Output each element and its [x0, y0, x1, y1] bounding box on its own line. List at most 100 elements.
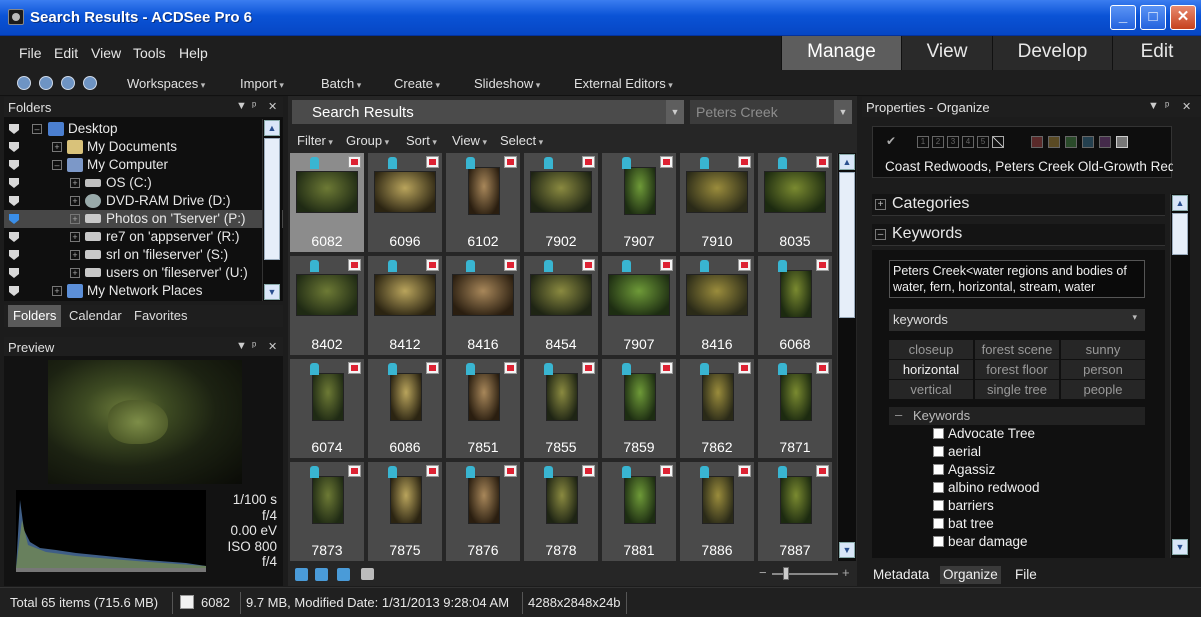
tree-item-my-network-places[interactable]: + My Network Places [4, 282, 283, 300]
tab-file[interactable]: File [1012, 566, 1040, 584]
tag-icon[interactable] [466, 157, 475, 169]
home-icon[interactable] [17, 76, 31, 90]
toolbar-batch[interactable]: Batch [321, 76, 361, 91]
quick-keyword[interactable]: forest scene [975, 340, 1059, 359]
keyword-item[interactable]: Agassiz [933, 462, 995, 480]
keyword-checkbox[interactable] [933, 428, 944, 439]
thumbnail-view-icon[interactable] [295, 568, 308, 581]
keyword-checkbox[interactable] [933, 464, 944, 475]
mode-tab-view[interactable]: View [901, 36, 992, 70]
tag-icon[interactable] [466, 260, 475, 272]
scroll-thumb[interactable] [264, 138, 280, 260]
keyword-checkbox[interactable] [933, 536, 944, 547]
tree-item-my-computer[interactable]: – My Computer [4, 156, 283, 174]
scroll-down-icon[interactable]: ▼ [839, 542, 855, 558]
thumbnail-size-slider[interactable] [772, 573, 838, 575]
thumbnail-item[interactable]: 7881 [602, 462, 676, 561]
tag-icon[interactable] [544, 157, 553, 169]
mode-tab-develop[interactable]: Develop [992, 36, 1112, 70]
toolbar-create[interactable]: Create [394, 76, 440, 91]
tag-icon[interactable] [310, 466, 319, 478]
keyword-item[interactable]: Advocate Tree [933, 426, 1035, 444]
quick-keyword[interactable]: vertical [889, 380, 973, 399]
tree-item-dvd-ram-d[interactable]: + DVD-RAM Drive (D:) [4, 192, 283, 210]
tag-icon[interactable] [544, 363, 553, 375]
tag-icon[interactable] [310, 363, 319, 375]
tag-icon[interactable] [778, 260, 787, 272]
thumbnail-item[interactable]: 7871 [758, 359, 832, 458]
tag-checkbox-icon[interactable]: ✔ [885, 135, 897, 148]
tree-item-my-documents[interactable]: + My Documents [4, 138, 283, 156]
menu-tools[interactable]: Tools [133, 45, 166, 61]
keyword-checkbox[interactable] [933, 518, 944, 529]
clear-color-label-icon[interactable] [1116, 136, 1128, 148]
keyword-item[interactable]: aerial [933, 444, 981, 462]
close-button[interactable]: ✕ [1170, 5, 1196, 30]
tree-item-srl-fileserver-s[interactable]: + srl on 'fileserver' (S:) [4, 246, 283, 264]
slider-handle[interactable] [783, 567, 789, 580]
rating-1[interactable]: 1 [917, 136, 929, 148]
thumbnail-item[interactable]: 6082 [290, 153, 364, 252]
tab-organize[interactable]: Organize [940, 566, 1001, 584]
keyword-checkbox[interactable] [933, 482, 944, 493]
maximize-button[interactable]: □ [1140, 5, 1166, 30]
thumbnail-item[interactable]: 6074 [290, 359, 364, 458]
thumbnail-item[interactable]: 7855 [524, 359, 598, 458]
scroll-up-icon[interactable]: ▲ [264, 120, 280, 136]
panel-menu-icon[interactable]: ▼ [1148, 100, 1159, 112]
toolbar-slideshow[interactable]: Slideshow [474, 76, 540, 91]
tag-icon[interactable] [778, 157, 787, 169]
pin-icon[interactable]: ᵖ [252, 100, 256, 112]
clear-rating-icon[interactable] [992, 136, 1004, 148]
close-icon[interactable]: ✕ [268, 340, 277, 353]
thumbnail-item[interactable]: 6068 [758, 256, 832, 355]
pin-icon[interactable]: ᵖ [1165, 100, 1169, 112]
keyword-item[interactable]: bat tree [933, 516, 994, 534]
tag-icon[interactable] [310, 260, 319, 272]
app-icon[interactable] [8, 9, 24, 25]
categories-section[interactable]: + Categories [872, 194, 1165, 216]
tag-icon[interactable] [388, 363, 397, 375]
forward-icon[interactable] [61, 76, 75, 90]
thumbnail-item[interactable]: 7907 [602, 153, 676, 252]
color-label-purple[interactable] [1099, 136, 1111, 148]
scroll-thumb[interactable] [1172, 213, 1188, 255]
tag-icon[interactable] [622, 157, 631, 169]
thumbnail-item[interactable]: 7902 [524, 153, 598, 252]
toolbar-external-editors[interactable]: External Editors [574, 76, 673, 91]
group-menu[interactable]: Group [346, 133, 389, 148]
rotate-right-icon[interactable] [337, 568, 350, 581]
tag-icon[interactable] [778, 466, 787, 478]
tree-item-re7-appserver-r[interactable]: + re7 on 'appserver' (R:) [4, 228, 283, 246]
quick-keyword[interactable]: horizontal [889, 360, 973, 379]
file-list-scrollbar[interactable]: ▲ ▼ [837, 153, 856, 561]
tab-calendar[interactable]: Calendar [64, 305, 127, 327]
mode-tab-manage[interactable]: Manage [781, 36, 901, 70]
close-icon[interactable]: ✕ [1182, 100, 1191, 113]
thumbnail-item[interactable]: 7876 [446, 462, 520, 561]
scroll-down-icon[interactable]: ▼ [264, 284, 280, 300]
tag-icon[interactable] [622, 363, 631, 375]
toolbar-workspaces[interactable]: Workspaces [127, 76, 205, 91]
scroll-down-icon[interactable]: ▼ [1172, 539, 1188, 555]
scroll-up-icon[interactable]: ▲ [839, 154, 855, 170]
select-menu[interactable]: Select [500, 133, 543, 148]
tag-icon[interactable] [622, 260, 631, 272]
scroll-thumb[interactable] [839, 172, 855, 318]
thumbnail-item[interactable]: 7875 [368, 462, 442, 561]
thumbnail-item[interactable]: 7886 [680, 462, 754, 561]
tag-icon[interactable] [544, 466, 553, 478]
keyword-tree-header[interactable]: – Keywords [889, 407, 1145, 425]
thumbnail-item[interactable]: 8454 [524, 256, 598, 355]
tree-item-photos-tserver-p[interactable]: + Photos on 'Tserver' (P:) [4, 210, 283, 228]
properties-scrollbar[interactable]: ▲ ▼ [1170, 194, 1190, 558]
keyword-item[interactable]: albino redwood [933, 480, 1040, 498]
thumbnail-item[interactable]: 7907 [602, 256, 676, 355]
tag-icon[interactable] [778, 363, 787, 375]
quick-keyword[interactable]: single tree [975, 380, 1059, 399]
keywords-section[interactable]: – Keywords [872, 224, 1165, 246]
menu-view[interactable]: View [91, 45, 121, 61]
thumbnail-item[interactable]: 7887 [758, 462, 832, 561]
thumbnail-item[interactable]: 8416 [680, 256, 754, 355]
thumbnail-item[interactable]: 7862 [680, 359, 754, 458]
